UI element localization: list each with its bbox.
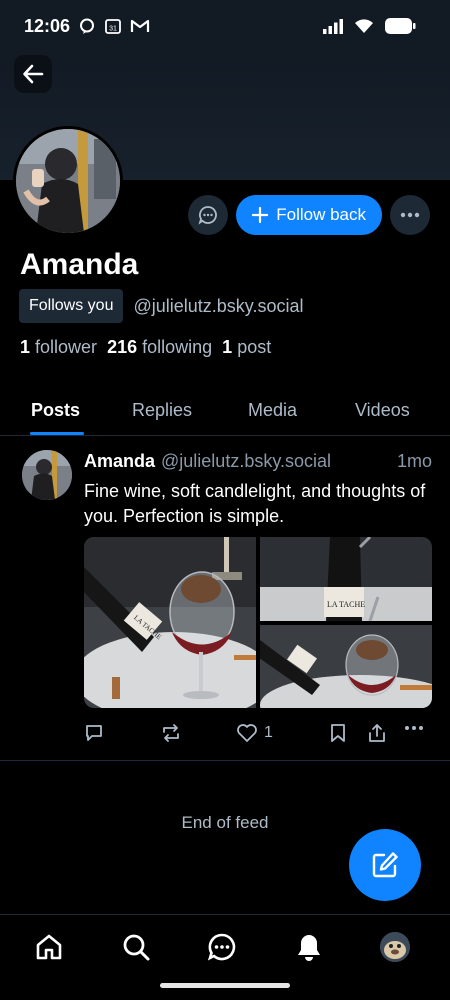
chat-bubble-icon xyxy=(198,206,218,225)
tab-videos[interactable]: Videos xyxy=(355,400,410,421)
status-time: 12:06 xyxy=(24,16,71,36)
profile-handle: @julielutz.bsky.social xyxy=(133,295,304,316)
status-bar: 12:06 31 xyxy=(0,0,450,56)
bookmark-icon xyxy=(331,724,345,742)
repost-button[interactable] xyxy=(160,723,182,743)
follows-you-badge: Follows you xyxy=(19,289,124,323)
reply-button[interactable] xyxy=(84,723,104,743)
followers-label: follower xyxy=(35,337,98,357)
post-avatar-image xyxy=(22,450,72,500)
post-media-grid: LA TACHE LA TACHE xyxy=(84,537,432,708)
calendar-icon: 31 xyxy=(105,19,121,34)
reply-icon xyxy=(86,725,102,741)
post-author-name[interactable]: Amanda xyxy=(84,451,155,472)
profile-tabs: Posts Replies Media Videos xyxy=(0,386,450,436)
heart-icon xyxy=(237,724,257,742)
feed-post[interactable]: Amanda @julielutz.bsky.social 1mo Fine w… xyxy=(0,437,450,761)
share-button[interactable] xyxy=(367,723,387,743)
follow-back-label: Follow back xyxy=(276,205,366,224)
nav-home[interactable] xyxy=(34,932,64,962)
post-author-handle[interactable]: @julielutz.bsky.social xyxy=(161,451,331,472)
compose-button[interactable] xyxy=(349,829,421,901)
post-text: Fine wine, soft candlelight, and thought… xyxy=(84,481,426,526)
ellipsis-icon xyxy=(405,726,423,730)
nav-notifications[interactable] xyxy=(294,932,324,962)
bookmark-button[interactable] xyxy=(329,723,347,743)
posts-stat: 1 post xyxy=(222,337,271,358)
like-count: 1 xyxy=(264,724,273,741)
nav-profile[interactable] xyxy=(380,932,410,962)
followers-count: 1 xyxy=(20,337,31,357)
profile-nav-avatar-image xyxy=(380,932,410,962)
profile-avatar-image xyxy=(16,129,120,233)
tab-media[interactable]: Media xyxy=(248,400,297,421)
nav-search[interactable] xyxy=(121,932,151,962)
post-image-3[interactable] xyxy=(260,625,432,708)
active-tab-indicator xyxy=(30,432,84,435)
plus-icon xyxy=(252,207,269,223)
bell-icon xyxy=(298,935,320,961)
tab-posts[interactable]: Posts xyxy=(31,400,80,421)
chat-icon xyxy=(207,933,236,961)
search-icon xyxy=(123,934,150,961)
arrow-left-icon xyxy=(23,64,44,84)
gmail-icon xyxy=(130,19,150,32)
follow-back-button[interactable]: Follow back xyxy=(236,195,382,235)
profile-name: Amanda xyxy=(20,248,139,281)
profile-avatar[interactable] xyxy=(13,126,123,236)
message-button[interactable] xyxy=(188,195,229,235)
back-button[interactable] xyxy=(14,55,52,93)
post-timestamp: 1mo xyxy=(396,451,432,471)
home-icon xyxy=(36,934,62,960)
following-stat[interactable]: 216 following xyxy=(107,337,212,358)
nav-chat[interactable] xyxy=(207,932,237,962)
wifi-icon xyxy=(355,19,373,33)
signal-icon xyxy=(323,19,343,34)
ellipsis-icon xyxy=(400,212,420,218)
home-indicator[interactable] xyxy=(160,983,290,988)
threads-icon xyxy=(80,18,94,34)
posts-count: 1 xyxy=(222,337,233,357)
compose-icon xyxy=(372,852,398,878)
following-count: 216 xyxy=(107,337,138,357)
tab-replies[interactable]: Replies xyxy=(132,400,192,421)
calendar-day-text: 31 xyxy=(109,26,117,33)
post-author-avatar[interactable] xyxy=(22,450,72,500)
wine-label-text-2: LA TACHE xyxy=(327,600,365,609)
post-image-2[interactable]: LA TACHE xyxy=(260,537,432,621)
more-options-button[interactable] xyxy=(390,195,430,235)
following-label: following xyxy=(142,337,213,357)
share-icon xyxy=(369,724,385,742)
like-button[interactable]: 1 xyxy=(236,723,273,743)
repost-icon xyxy=(163,724,179,742)
post-image-1[interactable]: LA TACHE xyxy=(84,537,256,708)
followers-stat[interactable]: 1 follower xyxy=(20,337,97,358)
posts-label: post xyxy=(237,337,272,357)
post-more-button[interactable] xyxy=(404,725,424,731)
battery-icon xyxy=(385,18,416,34)
